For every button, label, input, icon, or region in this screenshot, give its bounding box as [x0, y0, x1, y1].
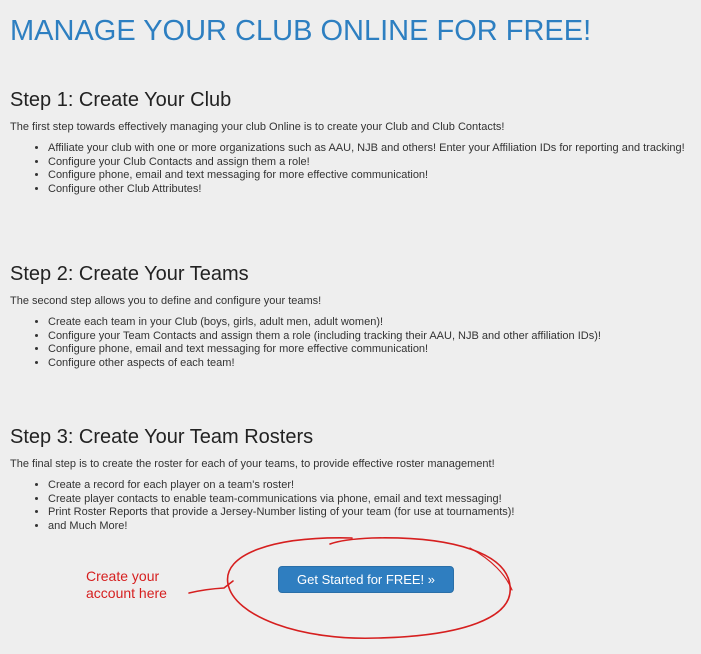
step-3-section: Step 3: Create Your Team Rosters The fin…	[10, 425, 700, 533]
list-item: Configure other Club Attributes!	[48, 183, 700, 197]
list-item: and Much More!	[48, 520, 700, 534]
list-item: Configure your Club Contacts and assign …	[48, 156, 700, 170]
get-started-button[interactable]: Get Started for FREE! »	[278, 566, 454, 593]
step-1-section: Step 1: Create Your Club The first step …	[10, 88, 700, 196]
step-2-heading: Step 2: Create Your Teams	[10, 263, 249, 285]
annotation-circle-tail	[469, 547, 513, 591]
step-1-list: Affiliate your club with one or more org…	[10, 142, 700, 196]
step-1-intro: The first step towards effectively manag…	[10, 121, 505, 133]
step-2-intro: The second step allows you to define and…	[10, 295, 322, 307]
step-2-section: Step 2: Create Your Teams The second ste…	[10, 262, 700, 370]
list-item: Configure other aspects of each team!	[48, 357, 700, 371]
step-3-list: Create a record for each player on a tea…	[10, 479, 700, 533]
list-item: Print Roster Reports that provide a Jers…	[48, 506, 700, 520]
list-item: Affiliate your club with one or more org…	[48, 142, 700, 156]
page-title: MANAGE YOUR CLUB ONLINE FOR FREE!	[10, 15, 592, 47]
annotation-line-1: Create your	[86, 568, 160, 584]
list-item: Create each team in your Club (boys, gir…	[48, 316, 700, 330]
step-2-list: Create each team in your Club (boys, gir…	[10, 316, 700, 370]
annotation-line-2: account here	[86, 585, 167, 601]
list-item: Configure phone, email and text messagin…	[48, 343, 700, 357]
annotation-note: Create your account here	[86, 568, 167, 602]
list-item: Configure your Team Contacts and assign …	[48, 330, 700, 344]
annotation-pointer-line	[188, 580, 234, 594]
list-item: Configure phone, email and text messagin…	[48, 169, 700, 183]
step-1-heading: Step 1: Create Your Club	[10, 89, 232, 111]
step-3-heading: Step 3: Create Your Team Rosters	[10, 426, 314, 448]
step-3-intro: The final step is to create the roster f…	[10, 458, 495, 470]
list-item: Create a record for each player on a tea…	[48, 479, 700, 493]
content-panel: MANAGE YOUR CLUB ONLINE FOR FREE! Step 1…	[0, 0, 701, 654]
list-item: Create player contacts to enable team-co…	[48, 493, 700, 507]
